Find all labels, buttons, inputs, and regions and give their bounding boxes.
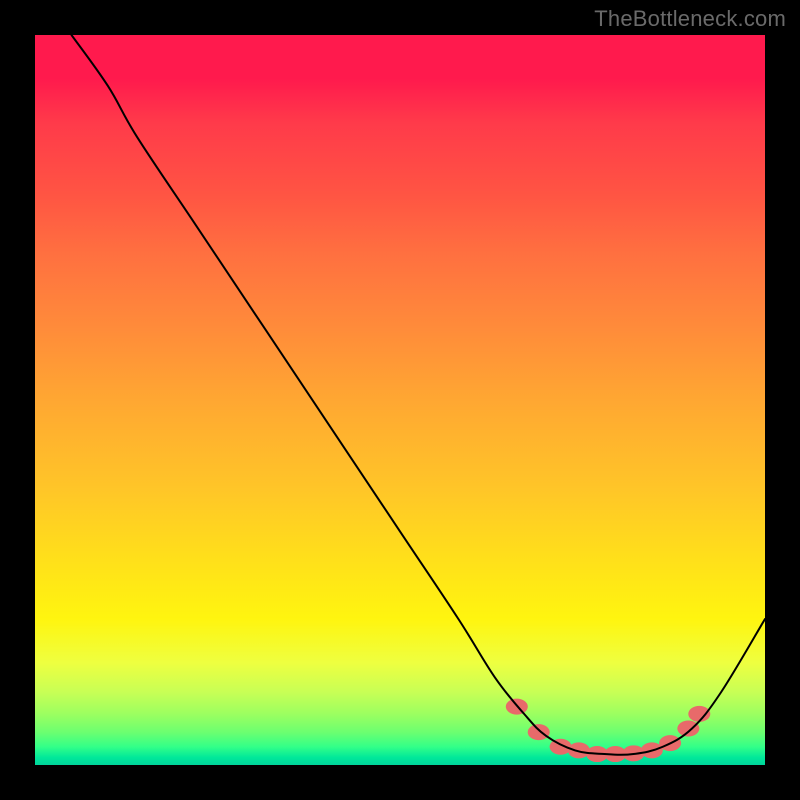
chart-frame: TheBottleneck.com — [0, 0, 800, 800]
chart-svg — [35, 35, 765, 765]
plot-area — [35, 35, 765, 765]
marker-point — [528, 724, 550, 740]
bottleneck-curve — [72, 35, 766, 755]
marker-point — [688, 706, 710, 722]
watermark-text: TheBottleneck.com — [594, 6, 786, 32]
markers-group — [506, 699, 711, 762]
marker-point — [677, 721, 699, 737]
